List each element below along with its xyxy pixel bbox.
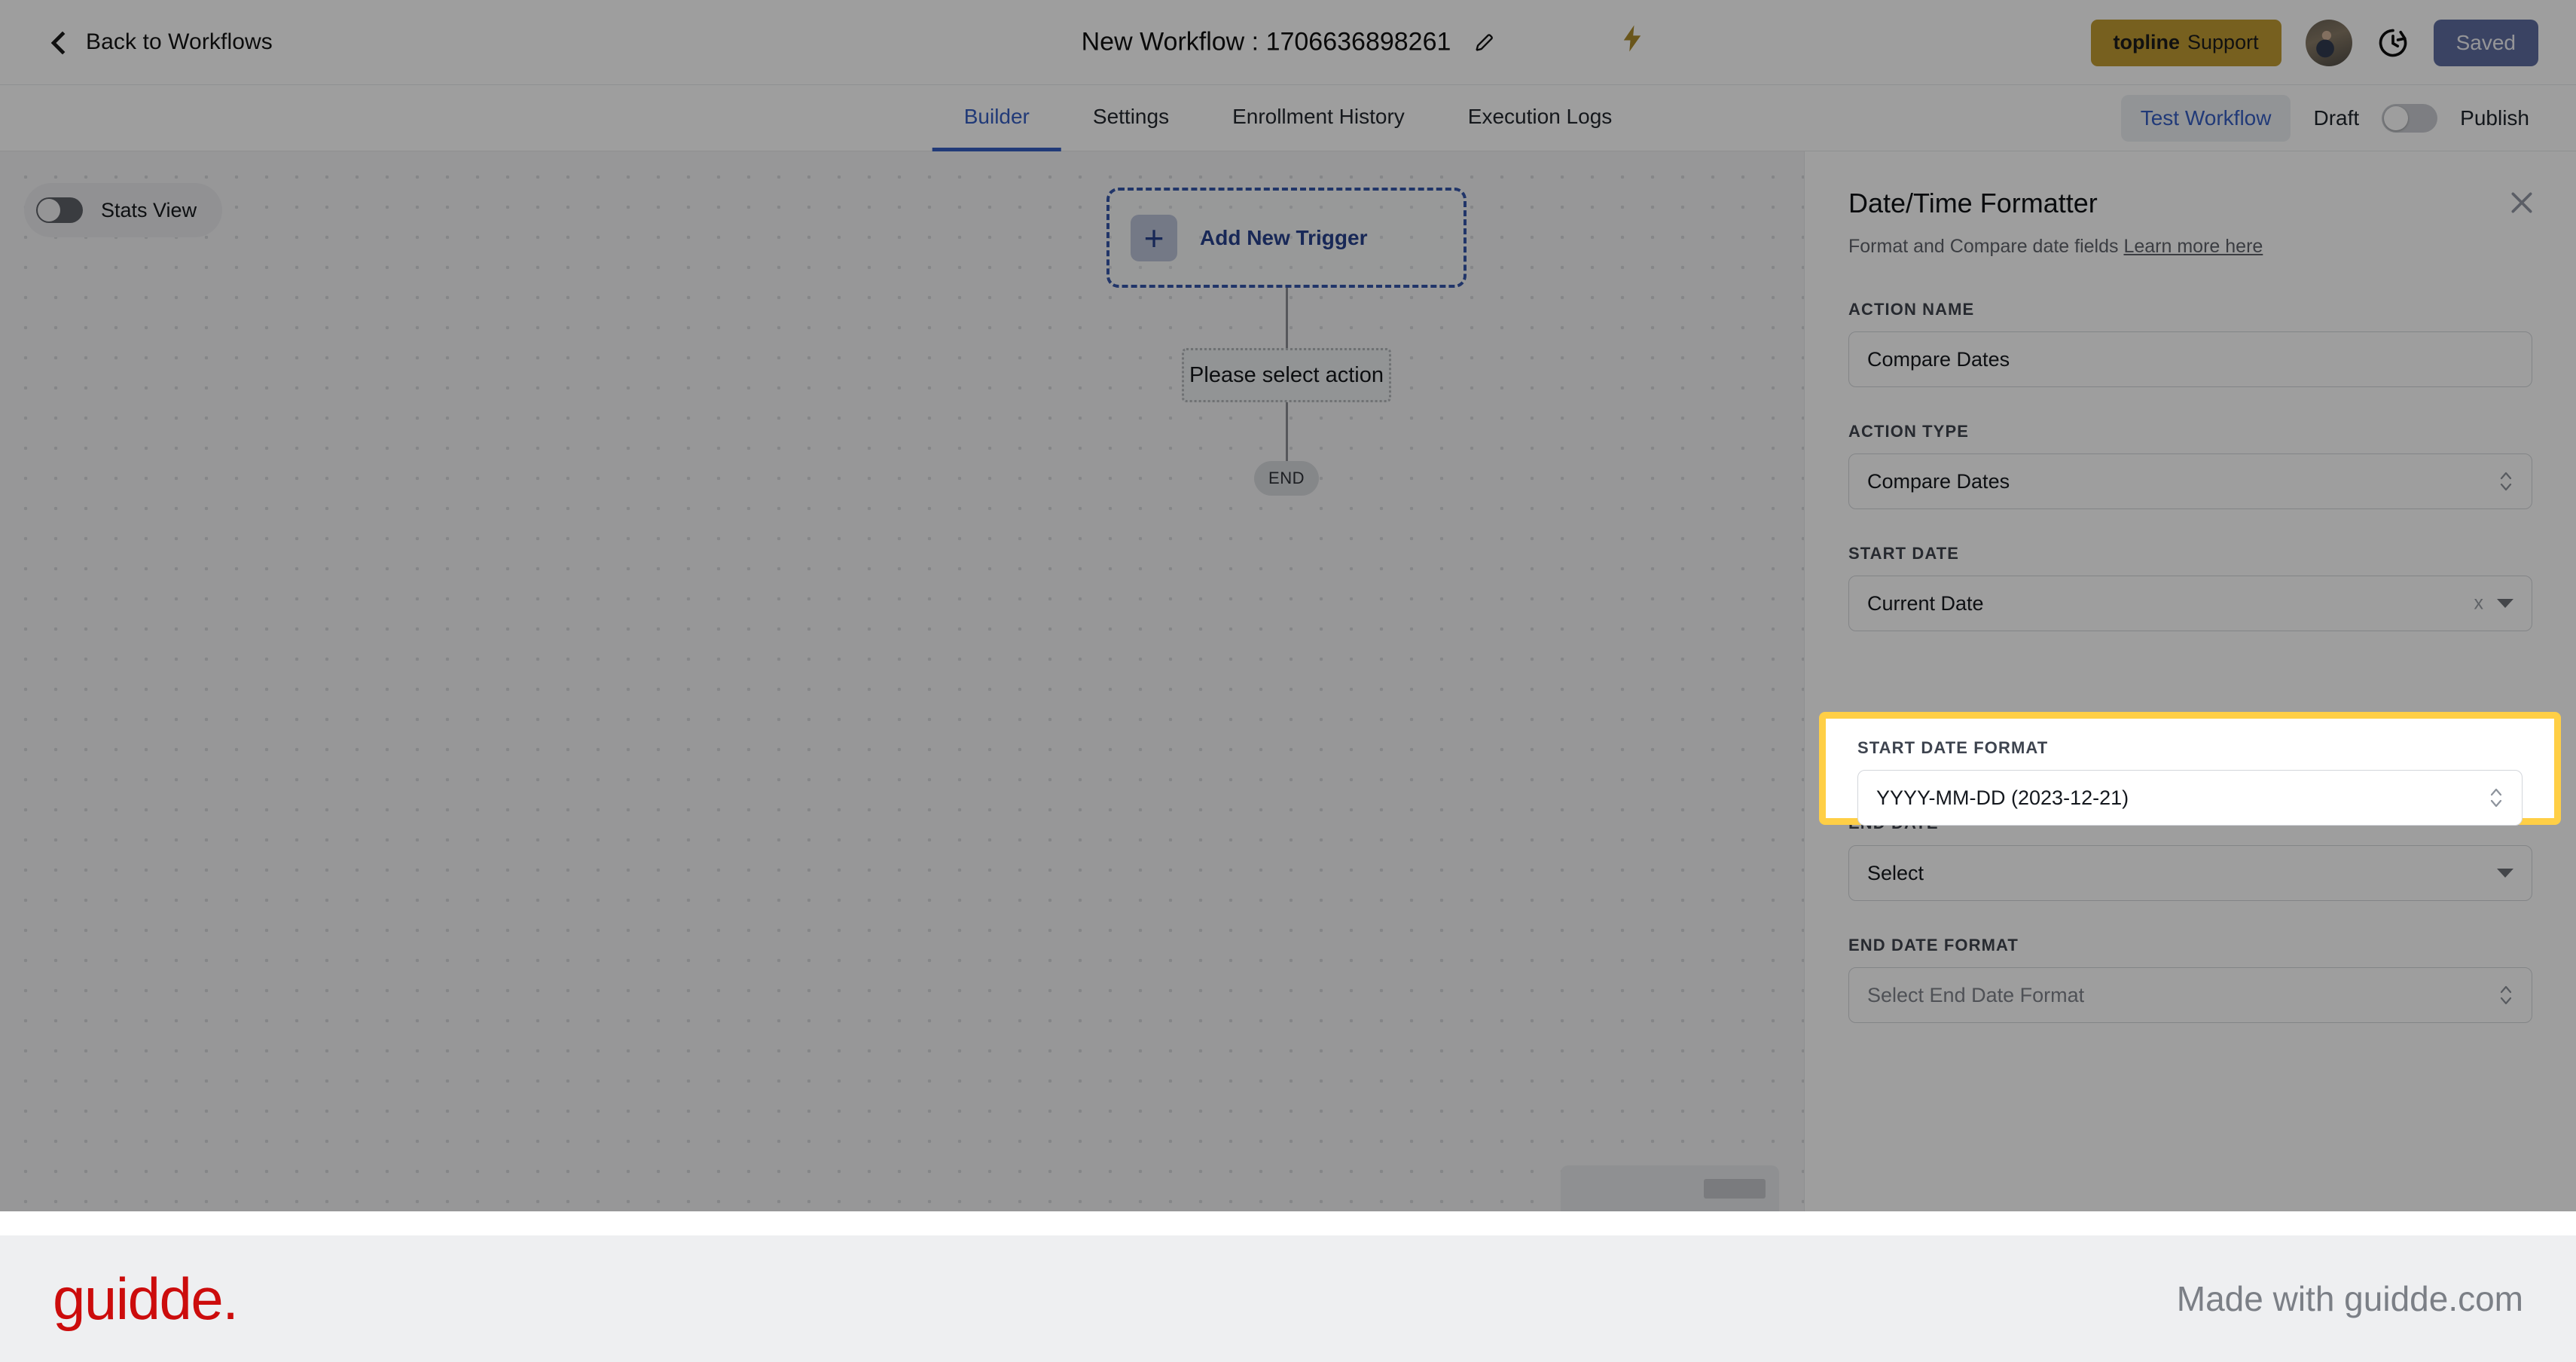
highlight-start-date-format: START DATE FORMAT YYYY-MM-DD (2023-12-21…	[1819, 712, 2561, 826]
end-date-select[interactable]: Select	[1848, 845, 2532, 901]
publish-toggle[interactable]	[2382, 104, 2438, 133]
guidde-footer: guidde. Made with guidde.com	[0, 1235, 2576, 1362]
panel-subtitle-text: Format and Compare date fields	[1848, 236, 2119, 257]
action-type-select[interactable]: Compare Dates	[1848, 453, 2532, 509]
select-action-label: Please select action	[1189, 362, 1384, 387]
flow-connector	[1285, 288, 1288, 348]
tab-builder[interactable]: Builder	[932, 85, 1061, 151]
end-date-format-select[interactable]: Select End Date Format	[1848, 967, 2532, 1023]
action-name-input[interactable]: Compare Dates	[1848, 331, 2532, 387]
header-right-group: topline Support Saved	[2090, 0, 2538, 85]
avatar[interactable]	[2305, 19, 2352, 66]
stats-view-switch[interactable]	[36, 197, 83, 223]
workflow-title-group: New Workflow : 1706636898261	[1082, 28, 1495, 57]
end-node: END	[1254, 461, 1319, 496]
publish-toggle-knob	[2384, 106, 2409, 130]
tabs-right-group: Test Workflow Draft Publish	[2120, 85, 2529, 151]
workflow-canvas[interactable]: Stats View Add New Trigger Please select…	[0, 151, 1804, 1211]
start-date-format-value: YYYY-MM-DD (2023-12-21)	[1876, 786, 2129, 809]
chevron-down-icon	[2497, 869, 2513, 878]
chevron-updown-icon	[2497, 466, 2515, 496]
field-end-date: END DATE Select	[1848, 814, 2532, 901]
draft-label: Draft	[2313, 106, 2360, 130]
chevron-updown-icon	[2497, 980, 2515, 1010]
action-type-label: ACTION TYPE	[1848, 422, 1969, 441]
action-type-value: Compare Dates	[1867, 469, 2010, 493]
end-date-value: Select	[1867, 861, 1924, 884]
start-date-format-select[interactable]: YYYY-MM-DD (2023-12-21)	[1857, 770, 2523, 826]
field-action-type: ACTION TYPE Compare Dates	[1848, 422, 2532, 509]
publish-label: Publish	[2460, 106, 2529, 130]
clock-history-icon[interactable]	[2376, 26, 2410, 60]
back-to-workflows-label: Back to Workflows	[86, 29, 273, 54]
tabs-bar: Builder Settings Enrollment History Exec…	[0, 85, 2576, 151]
canvas-floating-card	[1561, 1165, 1779, 1211]
guidde-logo: guidde.	[53, 1265, 239, 1332]
action-name-label: ACTION NAME	[1848, 300, 1975, 319]
start-date-select[interactable]: Current Date x	[1848, 576, 2532, 631]
close-icon[interactable]	[2507, 188, 2537, 218]
saved-button[interactable]: Saved	[2433, 19, 2538, 66]
field-end-date-format: END DATE FORMAT Select End Date Format	[1848, 936, 2532, 1023]
add-new-trigger-button[interactable]: Add New Trigger	[1106, 188, 1467, 288]
end-node-label: END	[1268, 469, 1305, 487]
made-with-guidde-label: Made with guidde.com	[2176, 1279, 2523, 1318]
action-config-panel: Date/Time Formatter Format and Compare d…	[1804, 151, 2576, 1211]
start-date-format-label: START DATE FORMAT	[1857, 738, 2049, 757]
clear-icon[interactable]: x	[2474, 593, 2484, 615]
panel-form: ACTION NAME Compare Dates ACTION TYPE Co…	[1805, 258, 2576, 1023]
support-brand-label: topline	[2113, 31, 2181, 53]
plus-icon	[1131, 214, 1177, 261]
field-start-date-format: START DATE FORMAT YYYY-MM-DD (2023-12-21…	[1826, 719, 2554, 826]
learn-more-link[interactable]: Learn more here	[2123, 236, 2263, 257]
stats-view-switch-knob	[38, 199, 60, 221]
start-date-value: Current Date	[1867, 591, 1984, 615]
stats-view-label: Stats View	[101, 198, 197, 221]
flow-connector	[1285, 402, 1288, 461]
page-title: New Workflow : 1706636898261	[1081, 27, 1451, 56]
select-action-node[interactable]: Please select action	[1182, 348, 1391, 402]
support-label: Support	[2187, 31, 2259, 53]
app-dim-layer: Back to Workflows New Workflow : 1706636…	[0, 0, 2576, 1362]
back-to-workflows-button[interactable]: Back to Workflows	[50, 29, 273, 55]
panel-header: Date/Time Formatter Format and Compare d…	[1805, 151, 2576, 258]
chevron-updown-icon	[2487, 783, 2505, 813]
panel-title: Date/Time Formatter	[1848, 188, 2098, 218]
chevron-left-icon	[50, 32, 69, 52]
test-workflow-button[interactable]: Test Workflow	[2120, 95, 2291, 142]
flow-graph: Add New Trigger Please select action END	[1106, 188, 1467, 496]
tab-enrollment-history[interactable]: Enrollment History	[1201, 85, 1436, 151]
lightning-bolt-icon[interactable]	[1621, 24, 1644, 53]
add-new-trigger-label: Add New Trigger	[1200, 225, 1368, 249]
start-date-label: START DATE	[1848, 544, 1960, 563]
app-header: Back to Workflows New Workflow : 1706636…	[0, 0, 2576, 85]
stats-view-toggle[interactable]: Stats View	[24, 183, 223, 237]
tab-settings[interactable]: Settings	[1061, 85, 1201, 151]
pencil-icon[interactable]	[1473, 32, 1494, 53]
tab-list: Builder Settings Enrollment History Exec…	[932, 85, 1644, 151]
tab-execution-logs[interactable]: Execution Logs	[1436, 85, 1644, 151]
field-action-name: ACTION NAME Compare Dates	[1848, 300, 2532, 387]
chevron-down-icon	[2497, 599, 2513, 608]
end-date-format-label: END DATE FORMAT	[1848, 936, 2019, 954]
panel-subtitle: Format and Compare date fields Learn mor…	[1848, 236, 2532, 258]
end-date-format-value: Select End Date Format	[1867, 983, 2085, 1006]
card-block-primary	[1704, 1179, 1766, 1199]
field-start-date: START DATE Current Date x	[1848, 544, 2532, 631]
topline-support-button[interactable]: topline Support	[2090, 19, 2281, 66]
